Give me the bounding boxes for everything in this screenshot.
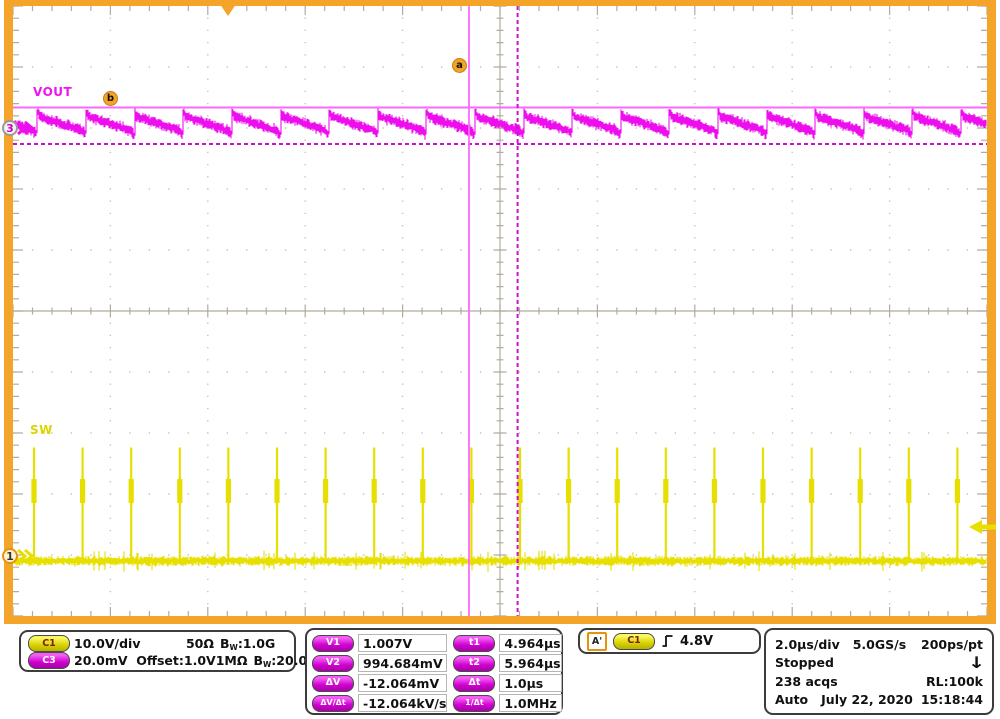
ch1-bandwidth: BW:1.0G: [220, 636, 286, 652]
dv-badge: ΔV: [312, 675, 354, 692]
graticule-and-waveforms: [0, 0, 1000, 624]
acquisition-readout-box: 2.0µs/div 5.0GS/s 200ps/pt Stopped ↓ 238…: [764, 628, 994, 715]
resolution: 200ps/pt: [921, 637, 983, 652]
dvdt-badge: ΔV/Δt: [312, 695, 354, 712]
v1-value: 1.007V: [358, 634, 447, 652]
ch3-trace-label: VOUT: [33, 85, 72, 99]
acq-state-row: Stopped ↓: [775, 654, 983, 672]
ch1-scale: 10.0V/div: [74, 636, 186, 651]
t1-badge: t1: [453, 635, 495, 652]
sample-rate: 5.0GS/s: [853, 637, 906, 652]
v1-badge: V1: [312, 635, 354, 652]
t2-value: 5.964µs: [499, 654, 561, 672]
cursor-readout-box: V1 1.007V t1 4.964µs V2 994.684mV t2 5.9…: [305, 628, 563, 715]
time-label: 15:18:44: [921, 692, 983, 707]
dt-row: Δt 1.0µs: [453, 674, 561, 692]
dvdt-value: -12.064kV/s: [358, 694, 447, 712]
trig-mode: Auto: [775, 692, 808, 707]
dt-badge: Δt: [453, 675, 495, 692]
timebase-row: 2.0µs/div 5.0GS/s 200ps/pt: [775, 635, 983, 653]
ch3-badge[interactable]: C3: [28, 652, 70, 669]
down-arrow-icon: ↓: [968, 653, 985, 672]
t2-row: t2 5.964µs: [453, 654, 561, 672]
cursor-a-handle[interactable]: a: [452, 58, 467, 73]
record-length: RL:100k: [926, 674, 983, 689]
ch1-termination: 50Ω: [186, 636, 220, 651]
trigger-a-label: A': [587, 632, 607, 651]
ch1-trace-label: SW: [30, 423, 53, 437]
trigger-readout-box: A' C1 4.8V: [578, 628, 761, 654]
v2-row: V2 994.684mV: [312, 654, 447, 672]
trigger-source-badge[interactable]: C1: [613, 633, 655, 650]
timebase: 2.0µs/div: [775, 637, 840, 652]
acq-state: Stopped: [775, 655, 834, 670]
rising-edge-icon: [661, 634, 674, 648]
acq-count: 238 acqs: [775, 674, 838, 689]
v2-badge: V2: [312, 655, 354, 672]
ch1-position-marker[interactable]: 1: [2, 548, 18, 564]
trigger-level: 4.8V: [680, 634, 713, 649]
t2-badge: t2: [453, 655, 495, 672]
ch3-scale: 20.0mV Offset:1.0V: [74, 653, 216, 668]
dt-value: 1.0µs: [499, 674, 561, 692]
dvdt-row: ΔV/Δt -12.064kV/s: [312, 694, 447, 712]
ch3-settings-row: C3 20.0mV Offset:1.0V 1MΩ BW:20.0M: [28, 652, 286, 669]
ch1-badge[interactable]: C1: [28, 635, 70, 652]
date-label: July 22, 2020: [821, 692, 913, 707]
t1-row: t1 4.964µs: [453, 634, 561, 652]
v1-row: V1 1.007V: [312, 634, 447, 652]
cursor-b-handle[interactable]: b: [103, 91, 118, 106]
t1-value: 4.964µs: [499, 634, 561, 652]
ch1-settings-row: C1 10.0V/div 50Ω BW:1.0G: [28, 635, 286, 652]
v2-value: 994.684mV: [358, 654, 447, 672]
invdt-row: 1/Δt 1.0MHz: [453, 694, 561, 712]
dv-value: -12.064mV: [358, 674, 447, 692]
channel-settings-box: C1 10.0V/div 50Ω BW:1.0G C3 20.0mV Offse…: [19, 630, 296, 672]
ch3-termination: 1MΩ: [216, 653, 254, 668]
ch3-position-marker[interactable]: 3: [2, 120, 18, 136]
invdt-value: 1.0MHz: [499, 694, 561, 712]
invdt-badge: 1/Δt: [453, 695, 495, 712]
trig-mode-row: Auto July 22, 2020 15:18:44: [775, 691, 983, 709]
oscilloscope-display: VOUT SW a b 3 1 C1 10.0V/div 50Ω BW:1.0G…: [0, 0, 1000, 719]
acq-count-row: 238 acqs RL:100k: [775, 672, 983, 690]
dv-row: ΔV -12.064mV: [312, 674, 447, 692]
